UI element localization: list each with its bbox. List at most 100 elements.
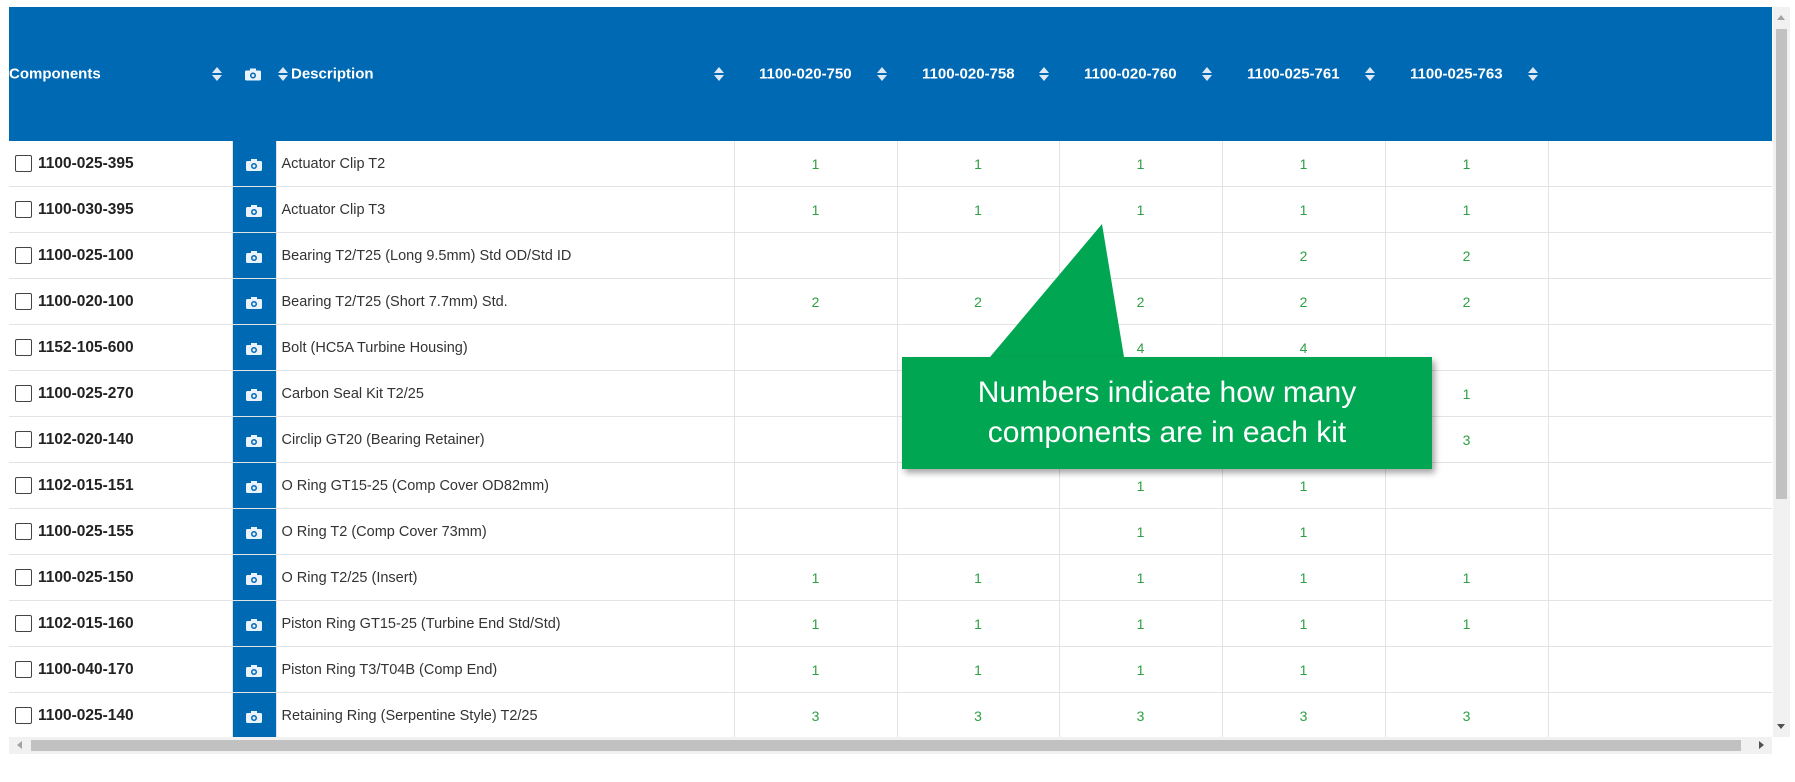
camera-icon[interactable] — [246, 294, 262, 310]
photo-button[interactable] — [232, 692, 277, 737]
column-header-kit-1[interactable]: 1100-020-750 — [734, 7, 897, 141]
camera-icon[interactable] — [246, 570, 262, 586]
column-header-kit-5[interactable]: 1100-025-763 — [1385, 7, 1548, 141]
checkbox-icon[interactable] — [15, 660, 32, 678]
table-row[interactable]: 1100-025-150 O Ring T2/25 (Insert) 1 1 1 1 1 — [9, 554, 1772, 601]
scroll-right-arrow-icon[interactable] — [1759, 741, 1764, 749]
checkbox-icon[interactable] — [15, 476, 32, 494]
camera-icon[interactable] — [246, 708, 262, 724]
checkbox-icon[interactable] — [15, 522, 32, 540]
table-row[interactable]: 1102-020-140 Circlip GT20 (Bearing Retain… — [9, 416, 1772, 463]
component-cell[interactable]: 1152-105-600 — [9, 324, 233, 371]
table-row[interactable]: 1100-025-155 O Ring T2 (Comp Cover 73mm) 1… — [9, 508, 1772, 555]
table-row[interactable]: 1100-040-170 Piston Ring T3/T04B (Comp En… — [9, 646, 1772, 693]
kit-quantity: 1 — [1136, 523, 1145, 540]
camera-icon[interactable] — [246, 432, 262, 448]
column-header-photo[interactable] — [232, 7, 276, 141]
vertical-scrollbar[interactable] — [1773, 7, 1790, 737]
column-header-components[interactable]: Components — [9, 7, 232, 141]
component-cell[interactable]: 1100-025-140 — [9, 692, 233, 737]
camera-icon[interactable] — [246, 202, 262, 218]
description-cell: Retaining Ring (Serpentine Style) T2/25 — [276, 692, 735, 737]
camera-icon[interactable] — [246, 156, 262, 172]
sort-icon[interactable] — [1528, 66, 1538, 82]
component-cell[interactable]: 1100-025-100 — [9, 232, 233, 279]
table-row[interactable]: 1100-020-100 Bearing T2/T25 (Short 7.7mm)… — [9, 278, 1772, 325]
column-header-kit-4[interactable]: 1100-025-761 — [1222, 7, 1385, 141]
checkbox-icon[interactable] — [15, 430, 32, 448]
kit-quantity-cell: 1 — [1222, 554, 1386, 601]
column-header-kit-3[interactable]: 1100-020-760 — [1059, 7, 1222, 141]
camera-icon[interactable] — [246, 616, 262, 632]
sort-icon[interactable] — [278, 66, 288, 82]
checkbox-icon[interactable] — [15, 706, 32, 724]
kit-quantity: 1 — [811, 615, 820, 632]
photo-button[interactable] — [232, 416, 277, 463]
checkbox-icon[interactable] — [15, 246, 32, 264]
header-row: Components Description 1100-020-750 1100… — [9, 7, 1772, 141]
column-header-kit-2[interactable]: 1100-020-758 — [897, 7, 1059, 141]
photo-button[interactable] — [232, 600, 277, 647]
sort-icon[interactable] — [1039, 66, 1049, 82]
table-row[interactable]: 1152-105-600 Bolt (HC5A Turbine Housing) 4… — [9, 324, 1772, 371]
checkbox-icon[interactable] — [15, 292, 32, 310]
scroll-down-arrow-icon[interactable] — [1777, 724, 1785, 729]
horizontal-scroll-thumb[interactable] — [31, 740, 1741, 751]
sort-icon[interactable] — [1365, 66, 1375, 82]
component-cell[interactable]: 1100-025-270 — [9, 370, 233, 417]
table-row[interactable]: 1100-025-270 Carbon Seal Kit T2/25 1 — [9, 370, 1772, 417]
checkbox-icon[interactable] — [15, 338, 32, 356]
photo-button[interactable] — [232, 646, 277, 693]
column-header-description[interactable]: Description — [291, 7, 734, 141]
kit-quantity-cell — [734, 462, 898, 509]
photo-button[interactable] — [232, 232, 277, 279]
component-cell[interactable]: 1100-025-395 — [9, 141, 233, 187]
checkbox-icon[interactable] — [15, 384, 32, 402]
camera-icon[interactable] — [246, 248, 262, 264]
sort-icon[interactable] — [877, 66, 887, 82]
photo-button[interactable] — [232, 554, 277, 601]
component-cell[interactable]: 1100-040-170 — [9, 646, 233, 693]
kit-quantity-cell: 1 — [1385, 141, 1549, 187]
camera-icon[interactable] — [246, 662, 262, 678]
table-row[interactable]: 1102-015-151 O Ring GT15-25 (Comp Cover O… — [9, 462, 1772, 509]
kit-quantity: 1 — [974, 615, 982, 632]
camera-icon[interactable] — [246, 478, 262, 494]
photo-button[interactable] — [232, 141, 277, 187]
component-cell[interactable]: 1100-025-150 — [9, 554, 233, 601]
scroll-up-arrow-icon[interactable] — [1777, 15, 1785, 20]
camera-icon[interactable] — [246, 340, 262, 356]
checkbox-icon[interactable] — [15, 200, 32, 218]
table-row[interactable]: 1100-025-140 Retaining Ring (Serpentine S… — [9, 692, 1772, 737]
photo-button[interactable] — [232, 186, 277, 233]
table-row[interactable]: 1102-015-160 Piston Ring GT15-25 (Turbine… — [9, 600, 1772, 647]
sort-icon[interactable] — [212, 66, 222, 82]
table-row[interactable]: 1100-025-100 Bearing T2/T25 (Long 9.5mm) … — [9, 232, 1772, 279]
sort-icon[interactable] — [1202, 66, 1212, 82]
component-cell[interactable]: 1102-015-151 — [9, 462, 233, 509]
photo-button[interactable] — [232, 508, 277, 555]
column-header-kit-6[interactable] — [1548, 7, 1772, 141]
photo-button[interactable] — [232, 370, 277, 417]
checkbox-icon[interactable] — [15, 568, 32, 586]
checkbox-icon[interactable] — [15, 614, 32, 632]
column-header-photo-sort[interactable] — [276, 7, 291, 141]
sort-icon[interactable] — [714, 66, 724, 82]
component-cell[interactable]: 1100-020-100 — [9, 278, 233, 325]
camera-icon[interactable] — [246, 386, 262, 402]
component-cell[interactable]: 1100-030-395 — [9, 186, 233, 233]
component-cell[interactable]: 1102-015-160 — [9, 600, 233, 647]
component-cell[interactable]: 1100-025-155 — [9, 508, 233, 555]
table-row[interactable]: 1100-030-395 Actuator Clip T3 1 1 1 1 1 — [9, 186, 1772, 233]
checkbox-icon[interactable] — [15, 154, 32, 172]
photo-button[interactable] — [232, 278, 277, 325]
horizontal-scrollbar[interactable] — [9, 737, 1772, 754]
vertical-scroll-thumb[interactable] — [1776, 29, 1787, 499]
photo-button[interactable] — [232, 462, 277, 509]
photo-button[interactable] — [232, 324, 277, 371]
kit-quantity-cell: 3 — [1222, 692, 1386, 737]
table-row[interactable]: 1100-025-395 Actuator Clip T2 1 1 1 1 1 — [9, 141, 1772, 187]
scroll-left-arrow-icon[interactable] — [17, 741, 22, 749]
camera-icon[interactable] — [246, 524, 262, 540]
component-cell[interactable]: 1102-020-140 — [9, 416, 233, 463]
